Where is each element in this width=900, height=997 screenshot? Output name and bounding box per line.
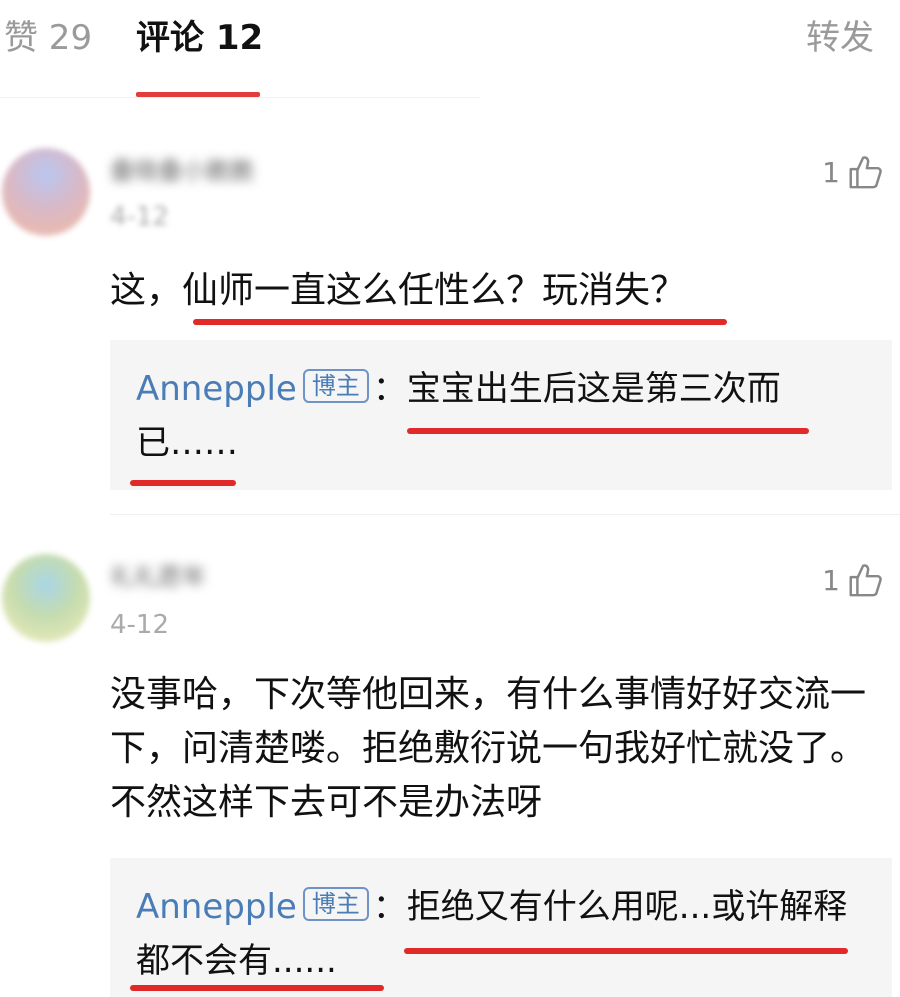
red-underline-annotation [407, 428, 809, 434]
red-underline-annotation [130, 480, 236, 486]
comment-username[interactable]: 礼礼愿年 [110, 562, 206, 592]
thumbs-up-icon [849, 564, 882, 597]
comment-date: 4-12 [110, 202, 170, 232]
tab-repost[interactable]: 转发 [806, 16, 874, 60]
avatar[interactable] [2, 148, 90, 236]
tab-likes[interactable]: 赞 29 [4, 16, 92, 60]
red-underline-annotation [130, 985, 384, 991]
blogger-reply: Annepple 博主 ：拒绝又有什么用呢...或许解释都不会有...... [110, 858, 892, 997]
reply-author[interactable]: Annepple [136, 887, 297, 927]
like-count: 1 [822, 155, 840, 189]
comment-text: 这，仙师一直这么任性么？玩消失？ [110, 270, 687, 311]
red-underline-annotation [404, 948, 848, 954]
thumbs-up-icon [849, 156, 882, 189]
reply-author[interactable]: Annepple [136, 369, 297, 409]
avatar[interactable] [2, 554, 90, 642]
comment-divider [110, 514, 900, 515]
comment-item: 叠晓叠小脆脆 4-12 1 这，仙师一直这么任性么？玩消失？ Annepple 博… [0, 140, 900, 510]
tab-divider [0, 97, 480, 98]
like-button[interactable]: 1 [822, 152, 884, 192]
comment-item: 礼礼愿年 4-12 1 没事哈，下次等他回来，有什么事情好好交流一下，问清楚喽。… [0, 540, 900, 997]
comment-date: 4-12 [110, 610, 170, 640]
tab-bar: 赞 29 评论 12 转发 [0, 0, 900, 98]
like-button[interactable]: 1 [822, 560, 884, 600]
blogger-badge: 博主 [302, 887, 369, 921]
red-underline-annotation [193, 319, 727, 325]
comment-username[interactable]: 叠晓叠小脆脆 [110, 156, 254, 186]
blogger-badge: 博主 [302, 369, 369, 403]
tab-comments[interactable]: 评论 12 [136, 16, 263, 60]
blogger-reply: Annepple 博主 ：宝宝出生后这是第三次而已…… [110, 340, 892, 490]
comment-text: 没事哈，下次等他回来，有什么事情好好交流一下，问清楚喽。拒绝敷衍说一句我好忙就没… [110, 674, 867, 823]
like-count: 1 [822, 563, 840, 597]
